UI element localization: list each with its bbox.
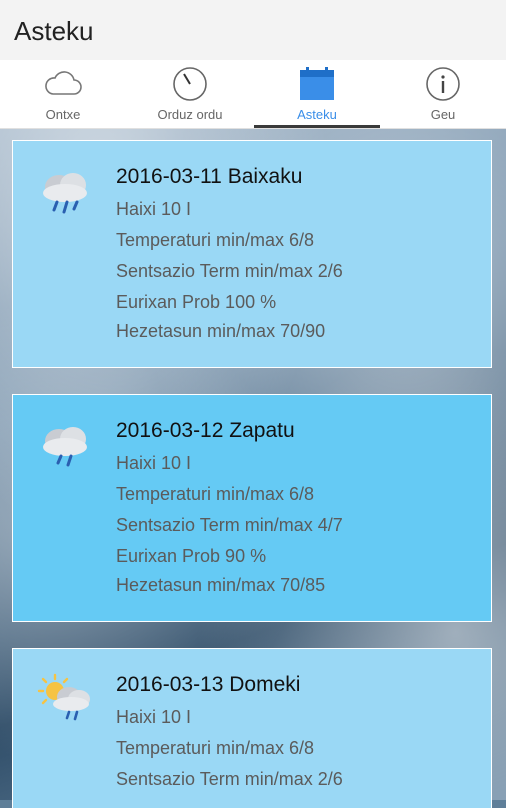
app-bar: Asteku <box>0 0 506 60</box>
tab-label: Geu <box>430 107 456 122</box>
forecast-date: 2016-03-12 Zapatu <box>116 419 295 442</box>
feels-like-text: Sentsazio Term min/max 4/7 <box>116 515 343 535</box>
forecast-date: 2016-03-11 Baixaku <box>116 165 303 188</box>
tab-label: Asteku <box>297 107 337 122</box>
temperature-text: Temperaturi min/max 6/8 <box>116 738 315 758</box>
tab-asteku[interactable]: Asteku <box>254 60 380 128</box>
calendar-icon <box>300 67 334 100</box>
forecast-card-2[interactable]: 2016-03-12 Zapatu Haixi 10 I Temperaturi… <box>12 394 492 622</box>
clock-icon <box>173 67 207 101</box>
cloud-icon <box>45 71 82 95</box>
sun-rain-cloud-icon <box>37 673 90 721</box>
rain-cloud-icon <box>43 427 87 467</box>
tab-label: Orduz ordu <box>157 107 223 122</box>
tab-label: Ontxe <box>45 107 81 122</box>
info-icon <box>426 67 460 101</box>
humidity-text: Hezetasun min/max 70/90 <box>116 321 326 341</box>
tab-ontxe[interactable]: Ontxe <box>0 60 126 128</box>
temperature-text: Temperaturi min/max 6/8 <box>116 230 315 250</box>
wind-text: Haixi 10 I <box>116 453 192 473</box>
temperature-text: Temperaturi min/max 6/8 <box>116 484 315 504</box>
humidity-text: Hezetasun min/max 70/85 <box>116 575 326 595</box>
rain-probability-text: Eurixan Prob 100 % <box>116 292 277 312</box>
forecast-card-1[interactable]: 2016-03-11 Baixaku Haixi 10 I Temperatur… <box>12 140 492 368</box>
rain-cloud-icon <box>43 173 87 214</box>
active-tab-indicator <box>254 125 380 128</box>
page-title: Asteku <box>14 16 94 46</box>
forecast-date: 2016-03-13 Domeki <box>116 673 301 696</box>
rain-probability-text: Eurixan Prob 90 % <box>116 546 267 566</box>
feels-like-text: Sentsazio Term min/max 2/6 <box>116 261 343 281</box>
forecast-card-3[interactable]: 2016-03-13 Domeki Haixi 10 I Temperaturi… <box>12 648 492 808</box>
tab-bar: Ontxe Orduz ordu Asteku Geu <box>0 60 506 129</box>
tab-geu[interactable]: Geu <box>380 60 506 128</box>
feels-like-text: Sentsazio Term min/max 2/6 <box>116 769 343 789</box>
wind-text: Haixi 10 I <box>116 707 192 727</box>
wind-text: Haixi 10 I <box>116 199 192 219</box>
tab-orduz-ordu[interactable]: Orduz ordu <box>127 60 253 128</box>
